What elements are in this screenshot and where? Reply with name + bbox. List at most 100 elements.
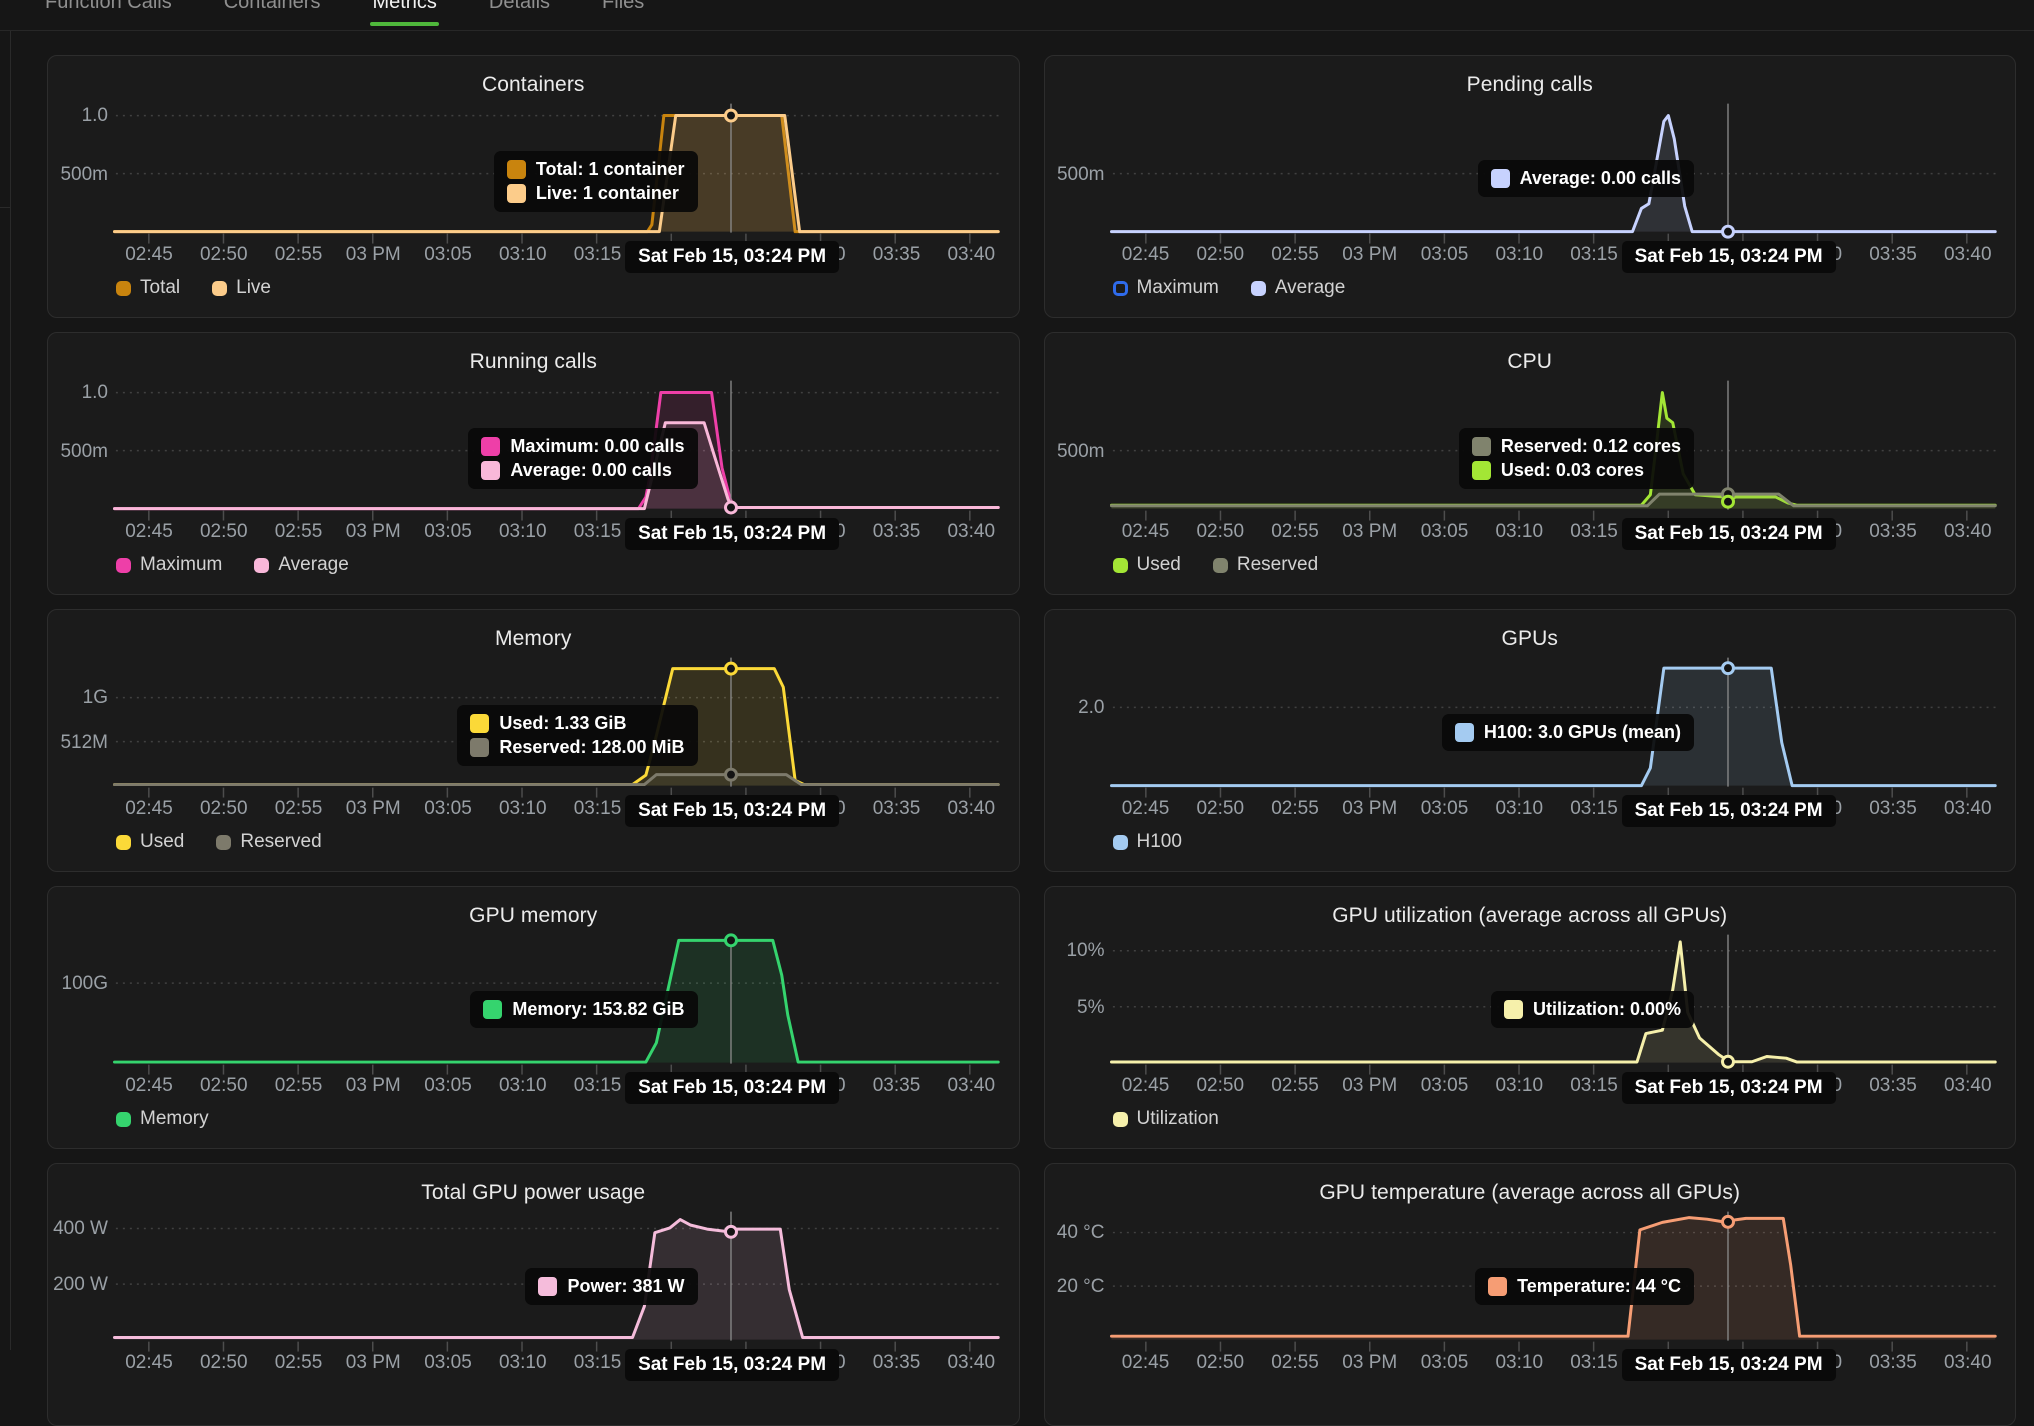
x-axis-label: 03:05 [1403,1075,1487,1097]
x-axis-label: 02:50 [182,1352,266,1374]
legend-swatch-icon [116,281,131,296]
tooltip-row: Total: 1 container [507,159,685,180]
x-axis-label: 02:50 [182,244,266,266]
x-axis-label: 02:45 [107,798,191,820]
chart-card-memory: Memory1G512M02:4502:5002:5503 PM03:0503:… [47,609,1020,872]
x-axis-label: 03:05 [1403,798,1487,820]
chart-legend: Used Reserved [116,831,322,853]
chart-legend: Total Live [116,277,271,299]
legend-swatch-icon [212,281,227,296]
chart-card-pending-calls: Pending calls500m02:4502:5002:5503 PM03:… [1044,55,2017,318]
legend-item-h100[interactable]: H100 [1113,831,1182,853]
chart-card-running-calls: Running calls1.0500m02:4502:5002:5503 PM… [47,332,1020,595]
x-axis-label: 03:10 [481,521,565,543]
crosshair-timestamp: Sat Feb 15, 03:24 PM [625,795,839,827]
x-axis-label: 03:35 [1851,521,1935,543]
x-axis-label: 03:40 [1926,521,2010,543]
legend-item-reserved[interactable]: Reserved [1213,554,1318,576]
x-axis-label: 03:40 [1926,798,2010,820]
tooltip-value: Total: 1 container [536,159,685,180]
legend-item-average[interactable]: Average [1251,277,1345,299]
legend-item-used[interactable]: Used [116,831,184,853]
legend-item-total[interactable]: Total [116,277,180,299]
tooltip-value: Used: 0.03 cores [1501,460,1644,481]
x-axis-label: 03:10 [481,1075,565,1097]
tooltip-row: Temperature: 44 °C [1488,1276,1681,1297]
x-axis-label: 02:45 [1104,1075,1188,1097]
legend-swatch-icon [116,835,131,850]
legend-item-memory[interactable]: Memory [116,1108,209,1130]
chart-tooltip: Average: 0.00 calls [1478,160,1694,197]
crosshair-timestamp: Sat Feb 15, 03:24 PM [625,518,839,550]
x-axis-label: 03:05 [1403,521,1487,543]
chart-legend: H100 [1113,831,1182,853]
x-axis-label: 03:05 [406,1352,490,1374]
x-axis-label: 02:50 [182,798,266,820]
x-axis-label: 02:50 [1178,521,1262,543]
legend-label: Total [140,277,180,299]
x-axis-label: 03 PM [331,1352,415,1374]
legend-label: Used [140,831,184,853]
crosshair-timestamp: Sat Feb 15, 03:24 PM [1622,795,1836,827]
y-axis-label: 10% [1049,941,1105,961]
chart-tooltip: Reserved: 0.12 coresUsed: 0.03 cores [1459,428,1694,489]
x-axis-label: 02:45 [1104,1352,1188,1374]
chart-legend: Used Reserved [1113,554,1319,576]
legend-swatch-icon [1113,835,1128,850]
legend-label: Maximum [140,554,222,576]
x-axis-label: 03 PM [331,244,415,266]
chart-legend: Memory [116,1108,209,1130]
tooltip-row: Maximum: 0.00 calls [481,436,684,457]
x-axis-label: 02:55 [1253,1352,1337,1374]
tab-files[interactable]: Files [600,0,646,26]
y-axis-label: 2.0 [1049,698,1105,718]
legend-swatch-icon [116,1112,131,1127]
tooltip-row: Used: 0.03 cores [1472,460,1681,481]
chart-tooltip: Utilization: 0.00% [1491,991,1694,1028]
x-axis-label: 03:40 [1926,1075,2010,1097]
tabs: Function Calls Containers Metrics Detail… [43,0,646,26]
legend-item-maximum[interactable]: Maximum [1113,277,1219,299]
y-axis-label: 40 °C [1049,1223,1105,1243]
y-axis-label: 200 W [52,1275,108,1295]
legend-label: H100 [1137,831,1182,853]
y-axis-label: 500m [1049,442,1105,462]
tooltip-row: Average: 0.00 calls [481,460,684,481]
legend-item-used[interactable]: Used [1113,554,1181,576]
crosshair-timestamp: Sat Feb 15, 03:24 PM [625,1072,839,1104]
x-axis-label: 03:35 [855,798,939,820]
tab-function-calls[interactable]: Function Calls [43,0,174,26]
crosshair-timestamp: Sat Feb 15, 03:24 PM [625,241,839,273]
x-axis-label: 03:10 [481,1352,565,1374]
y-axis-label: 400 W [52,1219,108,1239]
x-axis-label: 02:55 [257,1352,341,1374]
x-axis-label: 02:55 [257,1075,341,1097]
legend-label: Maximum [1137,277,1219,299]
x-axis-label: 03:35 [855,1352,939,1374]
x-axis-label: 03:40 [1926,244,2010,266]
crosshair-timestamp: Sat Feb 15, 03:24 PM [625,1349,839,1381]
x-axis-label: 02:45 [1104,521,1188,543]
tab-details[interactable]: Details [487,0,552,26]
chart-card-gpu-utilization: GPU utilization (average across all GPUs… [1044,886,2017,1149]
series-swatch-icon [470,738,489,757]
legend-item-reserved[interactable]: Reserved [216,831,321,853]
x-axis-label: 03:40 [929,521,1013,543]
x-axis-label: 03 PM [1328,1352,1412,1374]
y-axis-label: 500m [52,165,108,185]
legend-swatch-icon [1113,1112,1128,1127]
x-axis-label: 03 PM [1328,1075,1412,1097]
tab-containers[interactable]: Containers [222,0,323,26]
x-axis-label: 03:40 [929,1352,1013,1374]
tab-metrics[interactable]: Metrics [370,0,438,26]
legend-item-utilization[interactable]: Utilization [1113,1108,1219,1130]
series-swatch-icon [1472,461,1491,480]
chart-card-gpu-memory: GPU memory100G02:4502:5002:5503 PM03:050… [47,886,1020,1149]
legend-item-live[interactable]: Live [212,277,271,299]
x-axis-label: 03:35 [1851,1075,1935,1097]
legend-item-average[interactable]: Average [254,554,348,576]
legend-item-maximum[interactable]: Maximum [116,554,222,576]
x-axis-label: 02:50 [1178,1352,1262,1374]
x-axis-label: 02:55 [1253,521,1337,543]
tooltip-row: Used: 1.33 GiB [470,713,684,734]
